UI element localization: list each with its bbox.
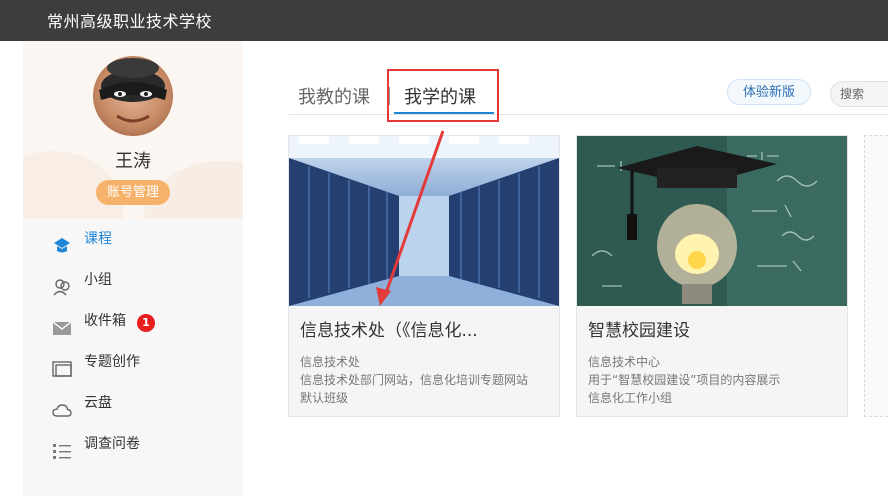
school-name[interactable]: 常州高级职业技术学校 — [47, 8, 212, 32]
tab-teaching-courses[interactable]: 我教的课 — [298, 83, 370, 109]
group-icon — [52, 272, 72, 296]
sidebar-item-label: 专题创作 — [84, 354, 140, 370]
sidebar-item-survey[interactable]: 调查问卷 — [23, 424, 243, 465]
server-room-image — [289, 136, 559, 306]
sidebar-item-inbox[interactable]: 收件箱 1 — [23, 301, 243, 342]
inbox-unread-badge: 1 — [137, 314, 155, 332]
course-description: 信息技术处部门网站，信息化培训专题网站 — [300, 373, 529, 387]
sidebar-item-label: 云盘 — [84, 395, 112, 411]
sidebar: 王涛 账号管理 课程 小组 收件箱 1 专题创作 云盘 调查问卷 — [23, 41, 243, 496]
course-icon — [52, 231, 72, 253]
add-course-card[interactable] — [864, 135, 888, 417]
sidebar-item-group[interactable]: 小组 — [23, 260, 243, 301]
course-card[interactable]: 信息技术处（《信息化... 信息技术处 信息技术处部门网站，信息化培训专题网站 … — [288, 135, 560, 417]
username: 王涛 — [115, 151, 151, 172]
sidebar-item-label: 调查问卷 — [84, 436, 140, 452]
sidebar-item-label: 收件箱 — [84, 313, 126, 329]
cloud-icon — [52, 395, 72, 417]
survey-icon — [52, 436, 72, 459]
tabs-divider — [289, 114, 888, 115]
sidebar-item-course[interactable]: 课程 — [23, 219, 243, 260]
course-class: 信息化工作小组 — [588, 391, 673, 405]
sidebar-nav: 课程 小组 收件箱 1 专题创作 云盘 调查问卷 — [23, 219, 243, 465]
sidebar-item-topic[interactable]: 专题创作 — [23, 342, 243, 383]
main-content: 我教的课 我学的课 体验新版 搜索 信息技术处（《信息化... 信息技术处 信息… — [243, 41, 888, 496]
top-bar: 常州高级职业技术学校 — [0, 0, 888, 41]
account-management-button[interactable]: 账号管理 — [96, 180, 170, 205]
course-class: 默认班级 — [300, 391, 349, 405]
course-department: 信息技术中心 — [588, 355, 661, 369]
try-new-version-button[interactable]: 体验新版 — [727, 79, 811, 105]
course-title[interactable]: 信息技术处（《信息化... — [300, 316, 478, 341]
inbox-icon — [52, 313, 72, 335]
topic-icon — [52, 354, 72, 377]
avatar[interactable] — [93, 56, 173, 136]
sidebar-item-cloud[interactable]: 云盘 — [23, 383, 243, 424]
course-title[interactable]: 智慧校园建设 — [588, 316, 690, 341]
highlight-box — [387, 69, 499, 122]
profile-panel: 王涛 账号管理 — [23, 41, 243, 219]
graduation-cap-bulb-image — [577, 136, 847, 306]
course-card[interactable]: 智慧校园建设 信息技术中心 用于“智慧校园建设”项目的内容展示 信息化工作小组 — [576, 135, 848, 417]
sidebar-item-label: 课程 — [84, 231, 112, 247]
avatar-face-icon — [99, 58, 167, 123]
search-input[interactable]: 搜索 — [830, 81, 888, 107]
course-department: 信息技术处 — [300, 355, 361, 369]
sidebar-item-label: 小组 — [84, 272, 112, 288]
course-description: 用于“智慧校园建设”项目的内容展示 — [588, 373, 781, 387]
